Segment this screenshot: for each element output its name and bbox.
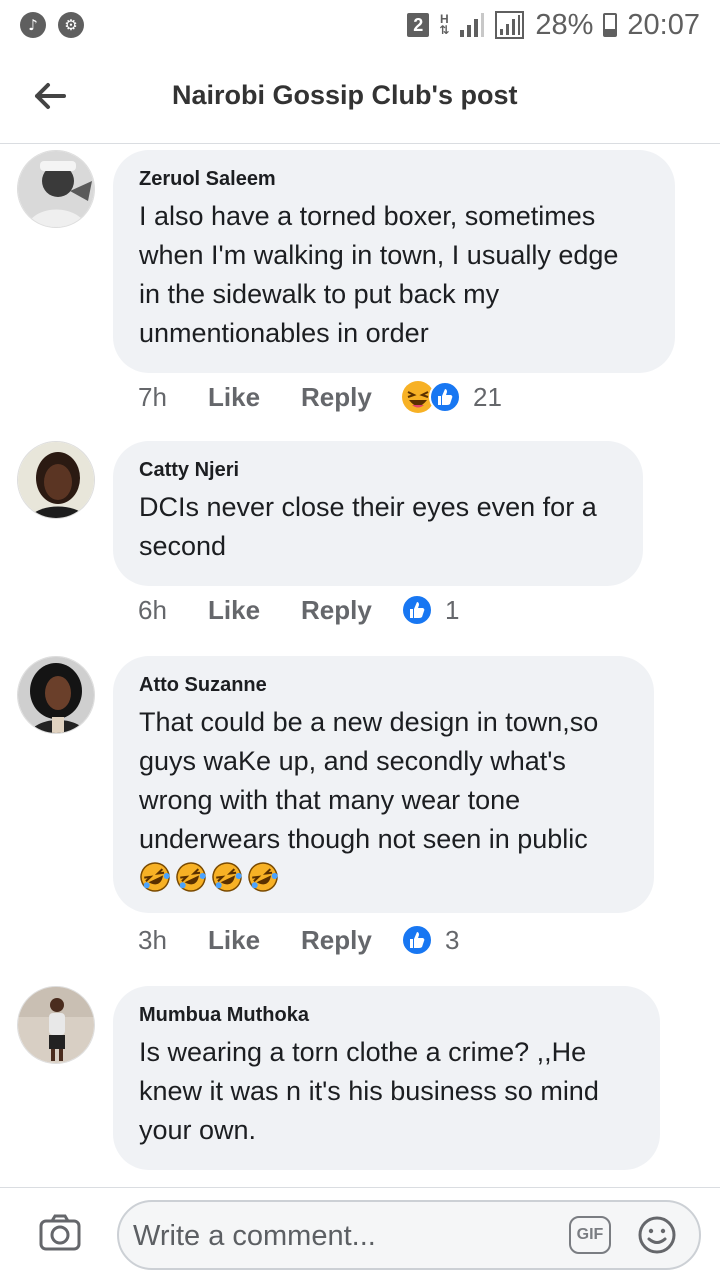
comment-input-placeholder: Write a comment... — [133, 1220, 376, 1252]
signal-icon — [460, 13, 485, 37]
comment-actions: 6h Like Reply 1 — [138, 594, 459, 626]
reply-button[interactable]: Reply — [301, 382, 401, 413]
comment-composer: Write a comment... GIF — [0, 1187, 720, 1280]
comment-input[interactable]: Write a comment... GIF — [117, 1200, 701, 1270]
reaction-count: 21 — [473, 381, 502, 412]
rolling-laughing-emoji-icon — [248, 862, 278, 892]
like-button[interactable]: Like — [208, 595, 301, 626]
comment-bubble[interactable]: Catty Njeri DCIs never close their eyes … — [113, 441, 643, 586]
smiley-icon — [638, 1216, 676, 1254]
comment-time: 6h — [138, 594, 167, 625]
back-button[interactable] — [30, 76, 70, 116]
reactions[interactable]: 3 — [401, 924, 459, 956]
comment-time: 3h — [138, 924, 167, 955]
settings-notification-icon: ⚙ — [58, 12, 84, 38]
emoji-row — [139, 861, 628, 893]
like-reaction-icon — [401, 594, 433, 626]
reaction-count: 1 — [445, 594, 460, 625]
comment-text: DCIs never close their eyes even for a s… — [139, 492, 597, 561]
avatar[interactable] — [17, 150, 95, 228]
gif-button[interactable]: GIF — [569, 1216, 611, 1254]
reaction-count: 3 — [445, 924, 460, 955]
clock: 20:07 — [627, 8, 700, 41]
comment-text: I also have a torned boxer, sometimes wh… — [139, 201, 619, 348]
comment-author[interactable]: Atto Suzanne — [139, 674, 628, 697]
comment-text: Is wearing a torn clothe a crime? ,,He k… — [139, 1037, 599, 1145]
comment-time: 7h — [138, 381, 167, 412]
like-button[interactable]: Like — [208, 925, 301, 956]
comment-author[interactable]: Mumbua Muthoka — [139, 1004, 634, 1027]
page-title: Nairobi Gossip Club's post — [172, 80, 518, 110]
avatar[interactable] — [17, 986, 95, 1064]
status-bar: ♪ ⚙ 2 H ⇅ 28% 20:07 — [0, 0, 720, 50]
reactions[interactable]: 21 — [401, 380, 502, 414]
camera-icon — [39, 1214, 81, 1251]
comment-bubble[interactable]: Mumbua Muthoka Is wearing a torn clothe … — [113, 986, 660, 1170]
like-reaction-icon — [401, 924, 433, 956]
comment-actions: 3h Like Reply 3 — [138, 924, 459, 956]
comment-bubble[interactable]: Zeruol Saleem I also have a torned boxer… — [113, 150, 675, 373]
comment-author[interactable]: Zeruol Saleem — [139, 168, 649, 191]
camera-button[interactable] — [38, 1212, 82, 1257]
rolling-laughing-emoji-icon — [176, 862, 206, 892]
comment-bubble[interactable]: Atto Suzanne That could be a new design … — [113, 656, 654, 913]
emoji-button[interactable] — [637, 1215, 677, 1260]
page-header: Nairobi Gossip Club's post — [0, 50, 720, 144]
avatar[interactable] — [17, 441, 95, 519]
battery-icon — [603, 13, 618, 37]
avatar[interactable] — [17, 656, 95, 734]
status-indicators: 2 H ⇅ 28% 20:07 — [407, 9, 700, 42]
comment-author[interactable]: Catty Njeri — [139, 459, 617, 482]
like-button[interactable]: Like — [208, 382, 301, 413]
rolling-laughing-emoji-icon — [140, 862, 170, 892]
arrow-left-icon — [35, 83, 66, 109]
comment-actions: 7h Like Reply 21 — [138, 380, 502, 414]
reply-button[interactable]: Reply — [301, 595, 401, 626]
signal-icon-2 — [495, 11, 525, 39]
status-notifications: ♪ ⚙ — [20, 12, 84, 38]
music-notification-icon: ♪ — [20, 12, 46, 38]
rolling-laughing-emoji-icon — [212, 862, 242, 892]
sim-indicator: 2 — [407, 13, 430, 37]
battery-percent: 28% — [535, 8, 594, 41]
reactions[interactable]: 1 — [401, 594, 459, 626]
reply-button[interactable]: Reply — [301, 925, 401, 956]
like-reaction-icon — [429, 381, 461, 413]
comment-text: That could be a new design in town,so gu… — [139, 707, 599, 854]
network-type-icon: H ⇅ — [439, 12, 450, 37]
